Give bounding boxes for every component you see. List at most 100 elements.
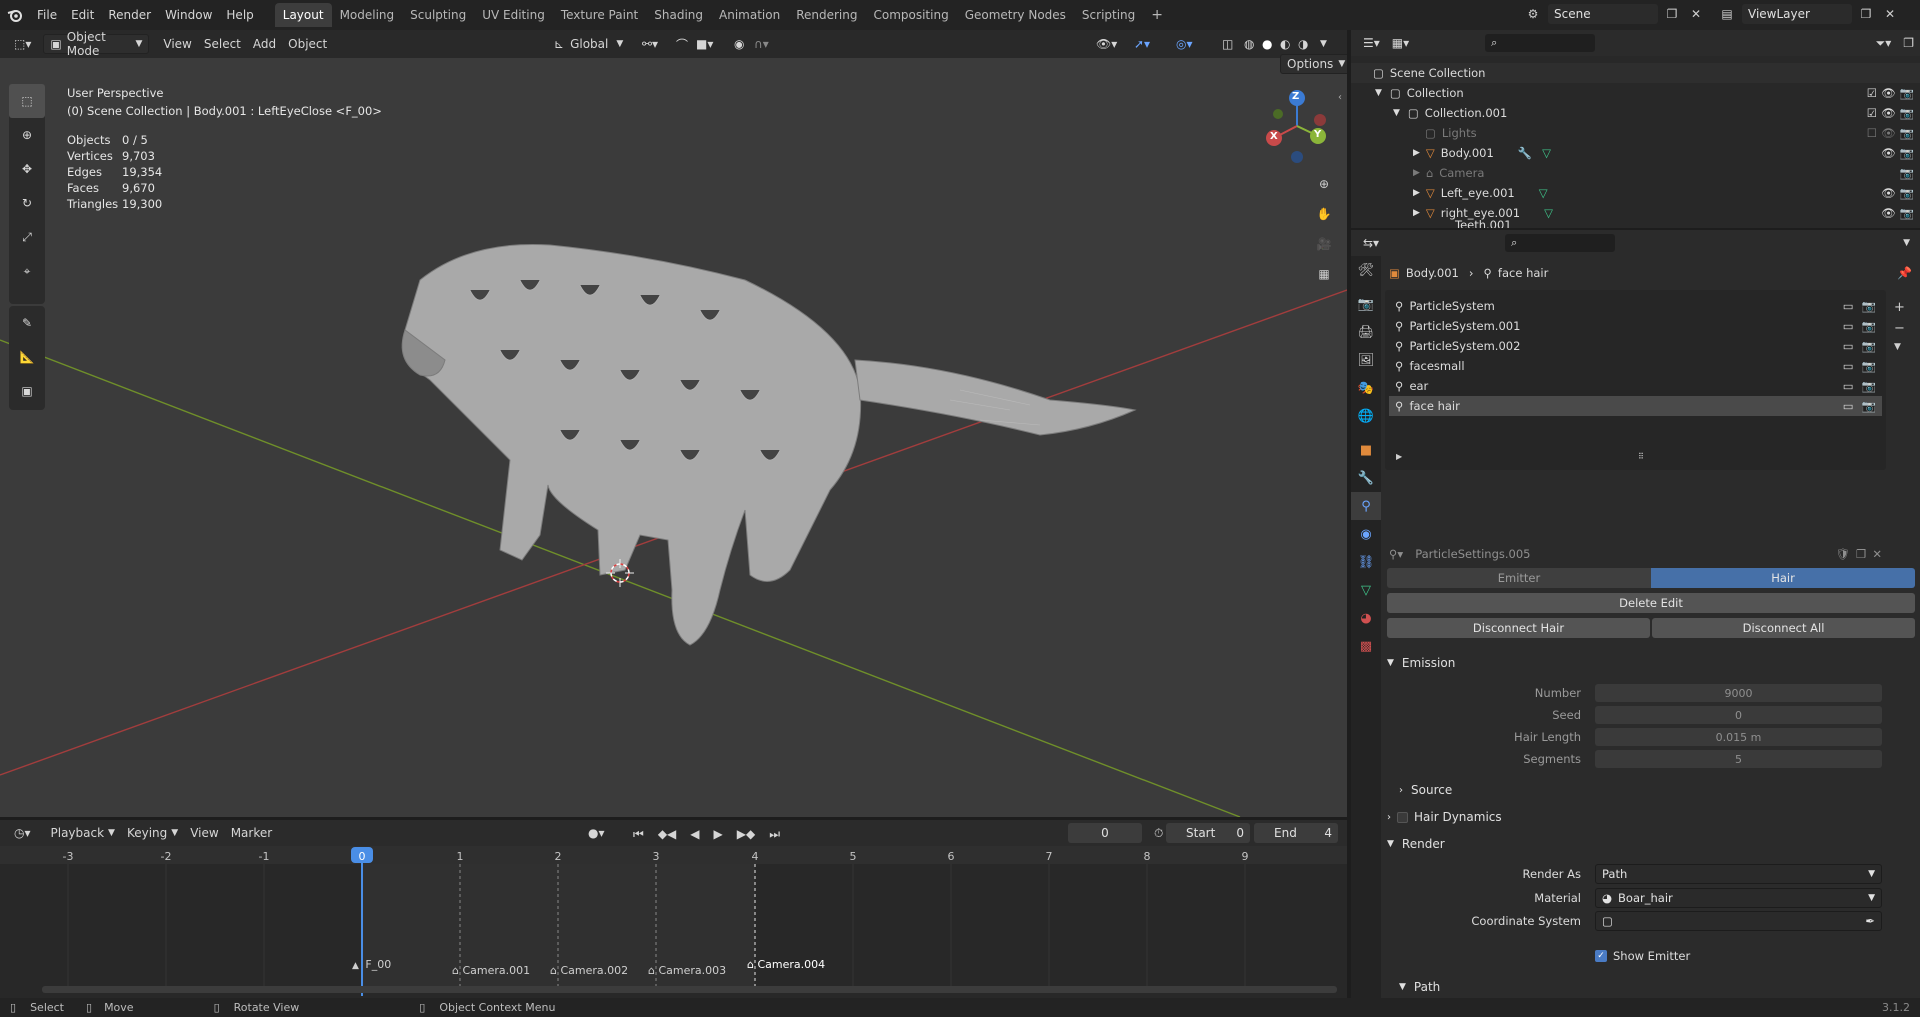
viewport-display-icon[interactable]: ▭ [1843,339,1854,353]
transform-tool[interactable]: ⌖ [9,254,45,288]
list-expand-icon[interactable]: ▶ [1396,452,1402,461]
measure-tool[interactable]: 📐 [9,340,45,374]
scale-tool[interactable]: ⤢ [9,220,45,254]
next-keyframe-icon[interactable]: ▶◆ [731,824,761,844]
camera-icon[interactable]: 📷 [1900,86,1914,100]
particle-system-item[interactable]: ⚲ facesmall ▭ 📷 [1389,356,1882,376]
material-tab-icon[interactable]: ◕ [1351,604,1381,632]
menu-select[interactable]: Select [198,34,247,54]
output-tab-icon[interactable]: 🖨 [1351,318,1381,346]
hair-length-field[interactable]: 0.015 m [1595,728,1882,746]
tab-compositing[interactable]: Compositing [865,3,956,27]
scene-icon[interactable]: ⚙ [1522,7,1544,21]
new-scene-icon[interactable]: ❐ [1662,7,1682,21]
path-subpanel-header[interactable]: ▼ Path [1381,976,1920,998]
viewlayer-icon[interactable]: ▤ [1716,7,1738,21]
view-layer-tab-icon[interactable]: 🖼 [1351,346,1381,374]
zoom-icon[interactable]: ⊕ [1310,170,1338,198]
outliner-row[interactable]: ▶ ▽ Body.001 🔧 ▽ 👁 📷 [1351,143,1920,163]
grid-view-icon[interactable]: ▦ [1310,260,1338,288]
checkbox-icon[interactable]: ☐ [1867,126,1877,140]
render-camera-icon[interactable]: 📷 [1862,299,1876,313]
menu-keying[interactable]: Keying ▼ [121,823,184,843]
number-field[interactable]: 9000 [1595,684,1882,702]
render-panel-header[interactable]: ▼ Render [1381,833,1920,855]
eye-icon[interactable]: 👁 [1881,106,1896,120]
physics-tab-icon[interactable]: ◉ [1351,520,1381,548]
particle-system-item[interactable]: ⚲ ParticleSystem.002 ▭ 📷 [1389,336,1882,356]
particle-system-item[interactable]: ⚲ ParticleSystem ▭ 📷 [1389,296,1882,316]
modifier-tab-icon[interactable]: 🔧 [1351,464,1381,492]
outliner-search[interactable]: ⌕ [1485,34,1596,52]
menu-view[interactable]: View [157,34,197,54]
display-mode-icon[interactable]: ▦▾ [1386,33,1415,53]
outliner-row[interactable]: ▶ ▽ Left_eye.001 ▽ 👁 📷 [1351,183,1920,203]
seed-field[interactable]: 0 [1595,706,1882,724]
eye-icon[interactable]: 👁 [1881,86,1896,100]
editor-type-icon[interactable]: ⬚▾ [8,34,37,54]
scene-tab-icon[interactable]: 🎭 [1351,374,1381,402]
particle-settings-field[interactable]: ⚲▾ ParticleSettings.005 🛡 ❐ ✕ [1385,544,1886,564]
timeline-marker[interactable]: ▲ F_00 [352,958,391,971]
emission-panel-header[interactable]: ▼ Emission [1381,652,1920,674]
outliner-row[interactable]: ▢ Scene Collection [1351,63,1920,83]
list-menu-icon[interactable]: ▼ [1894,342,1905,352]
overlay-toggle-icon[interactable]: ◎▾ [1170,34,1199,54]
viewlayer-field[interactable]: ViewLayer [1742,4,1852,24]
add-cube-tool[interactable]: ▣ [9,374,45,408]
remove-viewlayer-icon[interactable]: ✕ [1880,7,1900,21]
constraints-tab-icon[interactable]: ⛓ [1351,548,1381,576]
type-emitter-button[interactable]: Emitter [1387,568,1651,588]
outliner-row[interactable]: Teeth.001 [1351,220,1920,228]
render-camera-icon[interactable]: 📷 [1862,399,1876,413]
options-button[interactable]: Options ▼ [1280,54,1347,74]
eye-icon[interactable]: 👁 [1881,206,1896,220]
particle-system-item[interactable]: ⚲ ParticleSystem.001 ▭ 📷 [1389,316,1882,336]
object-tab-icon[interactable]: ■ [1351,436,1381,464]
particle-system-item[interactable]: ⚲ ear ▭ 📷 [1389,376,1882,396]
menu-object[interactable]: Object [282,34,333,54]
tab-rendering[interactable]: Rendering [788,3,865,27]
timeline-editor-icon[interactable]: ◷▾ [8,823,37,843]
properties-editor-icon[interactable]: ⇆▾ [1357,233,1385,253]
timeline-marker-active[interactable]: ⌂ Camera.004 [747,958,825,971]
particles-tab-icon[interactable]: ⚲ [1351,492,1381,520]
hair-dynamics-panel-header[interactable]: › Hair Dynamics [1381,806,1920,828]
disconnect-all-button[interactable]: Disconnect All [1652,618,1915,638]
properties-search[interactable]: ⌕ [1505,234,1616,252]
world-tab-icon[interactable]: 🌐 [1351,402,1381,430]
menu-help[interactable]: Help [219,8,260,22]
tab-geometry-nodes[interactable]: Geometry Nodes [957,3,1074,27]
viewport-display-icon[interactable]: ▭ [1843,379,1854,393]
add-workspace-button[interactable]: + [1143,2,1171,28]
tab-layout[interactable]: Layout [274,3,332,27]
tab-modeling[interactable]: Modeling [332,3,403,27]
hair-dynamics-checkbox[interactable] [1397,811,1408,823]
outliner[interactable]: ☰▾ ▦▾ ⌕ ⏷▾ ❐ ▢ Scene Collection ▼ ▢ Coll… [1351,30,1920,228]
falloff-icon[interactable]: ∩▾ [748,34,775,54]
data-tab-icon[interactable]: ▽ [1351,576,1381,604]
menu-view[interactable]: View [184,823,224,843]
rotate-tool[interactable]: ↻ [9,186,45,220]
disconnect-hair-button[interactable]: Disconnect Hair [1387,618,1650,638]
snap-target-icon[interactable]: ■▾ [690,34,719,54]
viewport-display-icon[interactable]: ▭ [1843,299,1854,313]
show-emitter-toggle[interactable]: ✓ Show Emitter [1595,949,1690,963]
outliner-editor-icon[interactable]: ☰▾ [1357,33,1386,53]
delete-edit-button[interactable]: Delete Edit [1387,593,1915,613]
particle-system-item-selected[interactable]: ⚲ face hair ▭ 📷 [1389,396,1882,416]
camera-icon[interactable]: 📷 [1900,126,1914,140]
xray-icon[interactable]: ◫ [1216,34,1239,54]
gizmo-toggle-icon[interactable]: ➚▾ [1128,34,1156,54]
camera-icon[interactable]: 📷 [1900,186,1914,200]
properties-editor[interactable]: ⇆▾ ⌕ ▼ 🛠 📷 🖨 🖼 🎭 🌐 ■ 🔧 ⚲ ◉ ⛓ ▽ ◕ ▩ ▣ Bod… [1351,230,1920,998]
new-collection-icon[interactable]: ❐ [1897,33,1920,53]
tab-uv-editing[interactable]: UV Editing [474,3,553,27]
outliner-row[interactable]: ▢ Lights ☐ 👁 📷 [1351,123,1920,143]
camera-icon[interactable]: 📷 [1900,146,1914,160]
move-tool[interactable]: ✥ [9,152,45,186]
pan-hand-icon[interactable]: ✋ [1310,200,1338,228]
prev-keyframe-icon[interactable]: ◆◀ [652,824,682,844]
eye-icon[interactable]: 👁 [1881,126,1896,140]
record-icon[interactable]: ●▾ [582,823,611,843]
